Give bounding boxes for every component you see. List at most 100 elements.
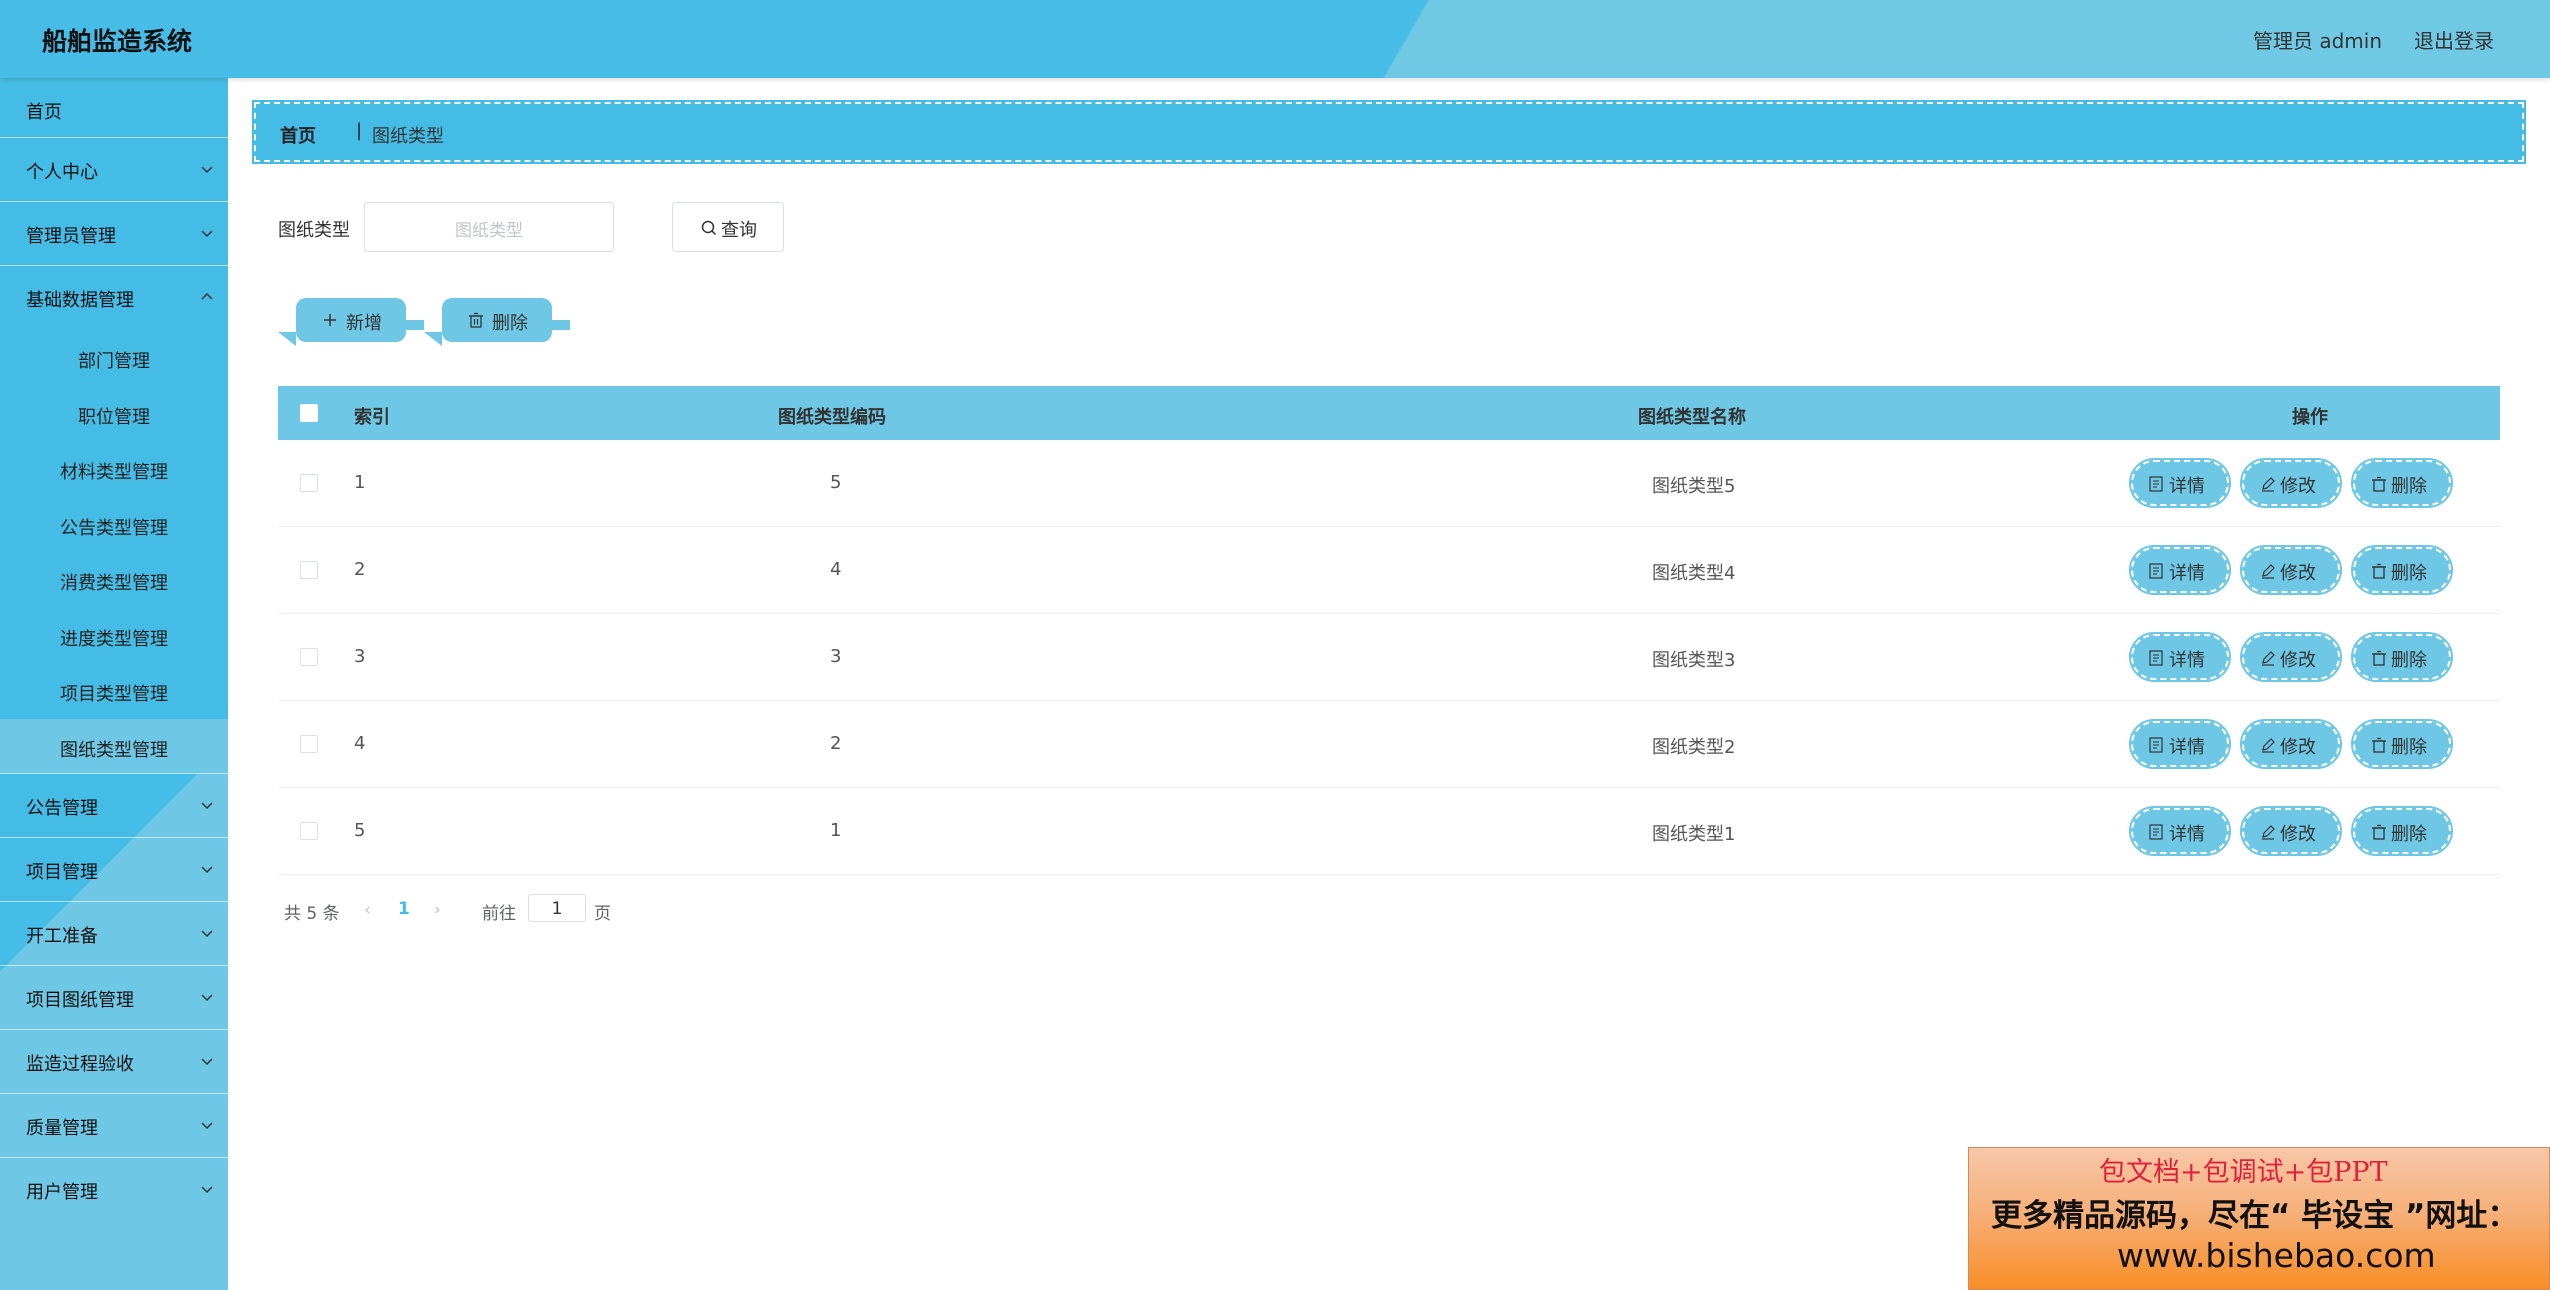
trash-icon — [2372, 650, 2386, 666]
edit-button[interactable]: 修改 — [2240, 458, 2342, 508]
row-code: 3 — [830, 646, 842, 667]
edit-icon — [2262, 738, 2275, 753]
sidebar-subitem-project-type[interactable]: 项目类型管理 — [0, 663, 228, 719]
detail-button[interactable]: 详情 — [2129, 458, 2231, 508]
query-button[interactable]: 查询 — [672, 202, 784, 252]
row-checkbox[interactable] — [300, 648, 318, 666]
breadcrumb-current: 图纸类型 — [372, 126, 444, 147]
breadcrumb-home[interactable]: 首页 — [280, 122, 316, 148]
edit-button[interactable]: 修改 — [2240, 545, 2342, 595]
sidebar-item-basic-data[interactable]: 基础数据管理 — [0, 266, 228, 330]
sidebar-item-notice-management[interactable]: 公告管理 — [0, 774, 228, 838]
ad-line-2: 更多精品源码，尽在“ 毕设宝 ”网址： — [1991, 1198, 2519, 1234]
row-checkbox[interactable] — [300, 561, 318, 579]
sidebar-item-label: 首页 — [26, 102, 62, 123]
edit-button[interactable]: 修改 — [2240, 719, 2342, 769]
edit-button-label: 修改 — [2280, 476, 2316, 497]
trash-icon — [2372, 737, 2386, 753]
search-icon — [701, 220, 717, 236]
document-icon — [2149, 476, 2163, 492]
delete-button-label: 删除 — [2391, 650, 2427, 671]
delete-button[interactable]: 删除 — [2351, 719, 2453, 769]
row-name: 图纸类型2 — [1652, 737, 1736, 758]
add-button-label: 新增 — [346, 313, 382, 334]
delete-button[interactable]: 删除 — [2351, 632, 2453, 682]
sidebar-item-quality-management[interactable]: 质量管理 — [0, 1094, 228, 1158]
sidebar-subitem-department[interactable]: 部门管理 — [0, 330, 228, 386]
edit-button[interactable]: 修改 — [2240, 806, 2342, 856]
breadcrumb: 首页 | 图纸类型 — [252, 100, 2526, 164]
add-button[interactable]: 新增 — [278, 298, 424, 346]
sidebar-subitem-progress-type[interactable]: 进度类型管理 — [0, 608, 228, 664]
sidebar-subitem-position[interactable]: 职位管理 — [0, 386, 228, 442]
select-all-checkbox[interactable] — [300, 404, 318, 422]
logout-link[interactable]: 退出登录 — [2414, 25, 2494, 54]
search-input[interactable]: 图纸类型 — [364, 202, 614, 252]
row-name: 图纸类型3 — [1652, 650, 1736, 671]
document-icon — [2149, 650, 2163, 666]
edit-button-label: 修改 — [2280, 650, 2316, 671]
chevron-down-icon — [201, 930, 213, 938]
prev-page-button[interactable]: ‹ — [364, 900, 371, 920]
document-icon — [2149, 824, 2163, 840]
current-user: 管理员 admin — [2252, 29, 2382, 53]
sidebar-item-admin-management[interactable]: 管理员管理 — [0, 202, 228, 266]
row-checkbox[interactable] — [300, 735, 318, 753]
button-decoration — [406, 320, 424, 330]
row-checkbox[interactable] — [300, 822, 318, 840]
table-row: 3 3 图纸类型3 详情 修改 删除 — [278, 614, 2500, 701]
next-page-button[interactable]: › — [434, 900, 441, 920]
trash-icon — [2372, 476, 2386, 492]
edit-icon — [2262, 564, 2275, 579]
row-index: 4 — [354, 733, 366, 754]
edit-icon — [2262, 477, 2275, 492]
column-header: 操作 — [2292, 407, 2328, 428]
sidebar-item-label: 消费类型管理 — [60, 573, 168, 594]
sidebar-item-user-management[interactable]: 用户管理 — [0, 1158, 228, 1222]
row-checkbox[interactable] — [300, 474, 318, 492]
ad-line-3: www.bishebao.com — [2117, 1236, 2436, 1275]
delete-button[interactable]: 删除 — [2351, 458, 2453, 508]
table-row: 5 1 图纸类型1 详情 修改 删除 — [278, 788, 2500, 875]
detail-button[interactable]: 详情 — [2129, 545, 2231, 595]
pagination: 共 5 条 ‹ 1 › 前往 1 页 — [284, 894, 884, 924]
row-index: 3 — [354, 646, 366, 667]
column-header: 图纸类型编码 — [778, 407, 886, 428]
delete-button[interactable]: 删除 — [2351, 806, 2453, 856]
ad-banner[interactable]: 包文档+包调试+包PPT 更多精品源码，尽在“ 毕设宝 ”网址： www.bis… — [1968, 1147, 2550, 1290]
pagination-total: 共 5 条 — [284, 904, 340, 924]
ad-line-1: 包文档+包调试+包PPT — [2099, 1157, 2388, 1188]
sidebar-item-label: 公告管理 — [26, 798, 98, 819]
detail-button[interactable]: 详情 — [2129, 632, 2231, 682]
sidebar-subitem-material-type[interactable]: 材料类型管理 — [0, 441, 228, 497]
sidebar-item-label: 进度类型管理 — [60, 628, 168, 650]
sidebar-item-personal-center[interactable]: 个人中心 — [0, 138, 228, 202]
document-icon — [2149, 737, 2163, 753]
button-decoration — [552, 320, 570, 330]
sidebar-subitem-notice-type[interactable]: 公告类型管理 — [0, 497, 228, 553]
table-header: 索引 图纸类型编码 图纸类型名称 操作 — [278, 386, 2500, 440]
delete-button[interactable]: 删除 — [2351, 545, 2453, 595]
edit-button[interactable]: 修改 — [2240, 632, 2342, 682]
detail-button[interactable]: 详情 — [2129, 719, 2231, 769]
detail-button[interactable]: 详情 — [2129, 806, 2231, 856]
delete-button-label: 删除 — [2391, 824, 2427, 845]
sidebar-item-project-management[interactable]: 项目管理 — [0, 838, 228, 902]
page-number[interactable]: 1 — [398, 899, 410, 919]
sidebar-subitem-drawing-type[interactable]: 图纸类型管理 — [0, 718, 228, 774]
goto-page-input[interactable]: 1 — [528, 894, 586, 922]
goto-suffix: 页 — [594, 904, 611, 924]
chevron-down-icon — [201, 1186, 213, 1194]
sidebar-item-process-acceptance[interactable]: 监造过程验收 — [0, 1030, 228, 1094]
sidebar-subitem-consumption-type[interactable]: 消费类型管理 — [0, 552, 228, 608]
batch-delete-button-label: 删除 — [492, 313, 528, 334]
sidebar-item-project-drawing[interactable]: 项目图纸管理 — [0, 966, 228, 1030]
button-decoration — [424, 332, 442, 346]
sidebar-item-home[interactable]: 首页 — [0, 78, 228, 138]
batch-delete-button[interactable]: 删除 — [424, 298, 570, 346]
sidebar-item-start-preparation[interactable]: 开工准备 — [0, 902, 228, 966]
edit-icon — [2262, 651, 2275, 666]
chevron-down-icon — [201, 994, 213, 1002]
sidebar-item-label: 个人中心 — [26, 162, 98, 183]
sidebar-item-label: 基础数据管理 — [26, 290, 134, 311]
